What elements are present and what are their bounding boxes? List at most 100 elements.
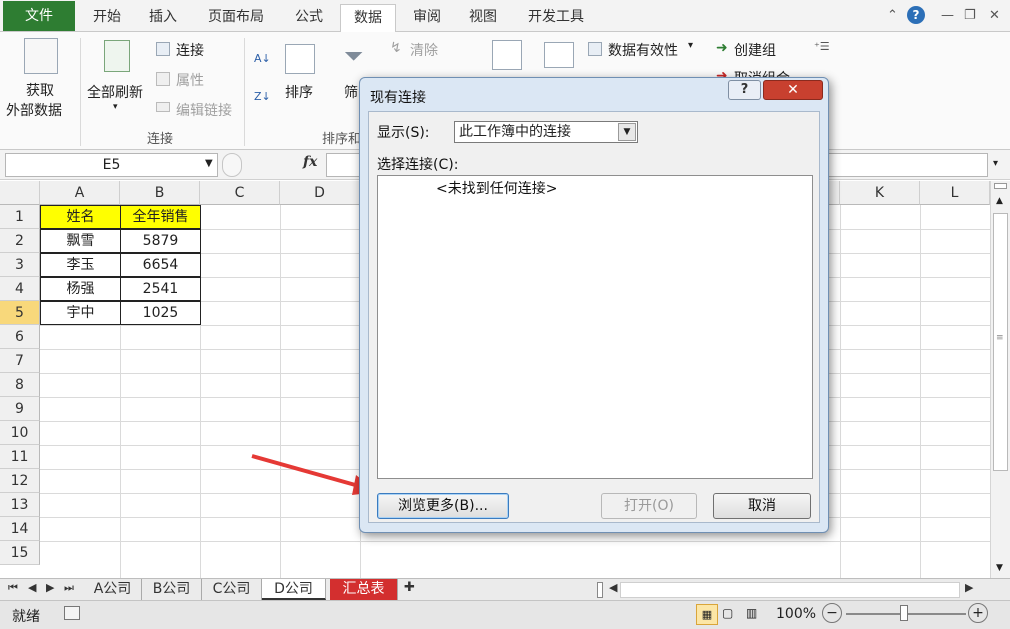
row-header-9[interactable]: 9 <box>0 397 40 421</box>
chevron-down-icon[interactable]: ▾ <box>113 102 118 112</box>
properties-button[interactable]: 属性 <box>176 70 204 90</box>
filter-icon[interactable]: ⏷ <box>344 42 363 70</box>
sort-desc-icon[interactable]: Z↓ <box>254 90 271 103</box>
scroll-right-icon[interactable]: ▶ <box>965 581 973 594</box>
dialog-close-button[interactable]: ✕ <box>763 80 823 100</box>
column-header-l[interactable]: L <box>920 181 990 205</box>
help-icon[interactable]: ? <box>907 6 925 24</box>
row-header-3[interactable]: 3 <box>0 253 40 277</box>
connections-button[interactable]: 连接 <box>176 40 204 60</box>
cell-b4[interactable]: 2541 <box>120 277 201 301</box>
refresh-all-button[interactable]: 全部刷新 <box>87 82 143 102</box>
cell-b1[interactable]: 全年销售 <box>120 205 201 229</box>
page-break-view-icon[interactable]: ▥ <box>746 606 757 620</box>
scroll-down-icon[interactable]: ▼ <box>996 563 1003 573</box>
minimize-icon[interactable]: — <box>941 8 954 23</box>
sheet-tab-c[interactable]: C公司 <box>202 579 262 600</box>
zoom-slider-thumb[interactable] <box>900 605 908 621</box>
column-header-d[interactable]: D <box>280 181 360 205</box>
refresh-all-icon[interactable] <box>104 40 130 72</box>
zoom-in-icon[interactable]: + <box>968 603 988 623</box>
row-header-6[interactable]: 6 <box>0 325 40 349</box>
name-box[interactable]: E5 <box>5 153 218 177</box>
show-detail-icon[interactable]: ⁺☰ <box>814 40 830 53</box>
sheet-tab-d[interactable]: D公司 <box>262 579 326 600</box>
filter-button[interactable]: 筛 <box>344 82 358 102</box>
row-header-7[interactable]: 7 <box>0 349 40 373</box>
cell-a4[interactable]: 杨强 <box>40 277 121 301</box>
ribbon-collapse-icon[interactable]: ⌃ <box>887 8 898 23</box>
expand-formula-bar-icon[interactable]: ▾ <box>993 158 998 169</box>
row-header-5[interactable]: 5 <box>0 301 40 325</box>
chevron-down-icon[interactable]: ▾ <box>688 40 693 51</box>
cell-b5[interactable]: 1025 <box>120 301 201 325</box>
sheet-tab-a[interactable]: A公司 <box>84 579 142 600</box>
sort-asc-icon[interactable]: A↓ <box>254 52 271 65</box>
tab-data[interactable]: 数据 <box>340 4 396 33</box>
cancel-button[interactable]: 取消 <box>713 493 811 519</box>
sheet-tab-b[interactable]: B公司 <box>142 579 202 600</box>
formula-bar-resize-handle[interactable] <box>222 153 242 177</box>
cell-a2[interactable]: 飘雪 <box>40 229 121 253</box>
get-external-data-icon[interactable] <box>24 38 58 74</box>
last-sheet-icon[interactable]: ⏭ <box>64 581 74 595</box>
column-header-k[interactable]: K <box>840 181 920 205</box>
horizontal-scrollbar[interactable] <box>620 582 960 598</box>
tab-view[interactable]: 视图 <box>458 4 508 32</box>
zoom-level[interactable]: 100% <box>776 606 816 622</box>
cell-a5[interactable]: 宇中 <box>40 301 121 325</box>
row-header-15[interactable]: 15 <box>0 541 40 565</box>
data-validation-button[interactable]: 数据有效性 <box>608 40 678 60</box>
get-external-data-label-1[interactable]: 获取 <box>26 80 54 100</box>
tab-review[interactable]: 审阅 <box>402 4 452 32</box>
cell-b3[interactable]: 6654 <box>120 253 201 277</box>
close-icon[interactable]: ✕ <box>989 8 1000 23</box>
tab-developer[interactable]: 开发工具 <box>516 4 596 32</box>
remove-duplicates-icon[interactable] <box>544 42 574 68</box>
prev-sheet-icon[interactable]: ◀ <box>28 581 36 594</box>
first-sheet-icon[interactable]: ⏮ <box>8 581 18 595</box>
insert-sheet-icon[interactable]: ✚ <box>404 580 415 595</box>
cell-a3[interactable]: 李玉 <box>40 253 121 277</box>
edit-links-button[interactable]: 编辑链接 <box>176 100 232 120</box>
clear-button[interactable]: 清除 <box>410 40 438 60</box>
insert-function-icon[interactable]: fx <box>303 154 317 170</box>
macro-record-icon[interactable] <box>64 606 80 620</box>
tab-formulas[interactable]: 公式 <box>284 4 334 32</box>
scroll-left-icon[interactable]: ◀ <box>609 581 617 594</box>
connection-list[interactable]: <未找到任何连接> <box>377 175 813 479</box>
tab-home[interactable]: 开始 <box>82 4 132 32</box>
select-all-corner[interactable] <box>0 181 40 205</box>
row-header-10[interactable]: 10 <box>0 421 40 445</box>
column-header-b[interactable]: B <box>120 181 200 205</box>
restore-icon[interactable]: ❐ <box>964 8 976 23</box>
tab-file[interactable]: 文件 <box>3 1 75 31</box>
split-handle[interactable] <box>994 183 1007 189</box>
row-header-1[interactable]: 1 <box>0 205 40 229</box>
page-layout-view-icon[interactable]: ▢ <box>722 606 733 620</box>
next-sheet-icon[interactable]: ▶ <box>46 581 54 594</box>
column-header-a[interactable]: A <box>40 181 120 205</box>
chevron-down-icon[interactable]: ▼ <box>618 123 636 141</box>
row-header-12[interactable]: 12 <box>0 469 40 493</box>
open-button[interactable]: 打开(O) <box>601 493 697 519</box>
row-header-13[interactable]: 13 <box>0 493 40 517</box>
chevron-down-icon[interactable]: ▼ <box>205 158 213 169</box>
sort-icon[interactable] <box>285 44 315 74</box>
browse-more-button[interactable]: 浏览更多(B)... <box>377 493 509 519</box>
vertical-scrollbar[interactable]: ▲ ≡ ▼ <box>990 181 1010 578</box>
row-header-2[interactable]: 2 <box>0 229 40 253</box>
tab-split-handle[interactable] <box>597 582 603 598</box>
row-header-8[interactable]: 8 <box>0 373 40 397</box>
row-header-4[interactable]: 4 <box>0 277 40 301</box>
cell-b2[interactable]: 5879 <box>120 229 201 253</box>
normal-view-icon[interactable]: ▦ <box>696 604 718 625</box>
show-dropdown[interactable]: 此工作簿中的连接 ▼ <box>454 121 638 143</box>
column-header-c[interactable]: C <box>200 181 280 205</box>
zoom-out-icon[interactable]: − <box>822 603 842 623</box>
dialog-help-button[interactable]: ? <box>728 80 761 100</box>
scroll-up-icon[interactable]: ▲ <box>996 196 1003 206</box>
cell-a1[interactable]: 姓名 <box>40 205 121 229</box>
create-group-button[interactable]: 创建组 <box>734 40 776 60</box>
get-external-data-label-2[interactable]: 外部数据 <box>6 100 62 120</box>
